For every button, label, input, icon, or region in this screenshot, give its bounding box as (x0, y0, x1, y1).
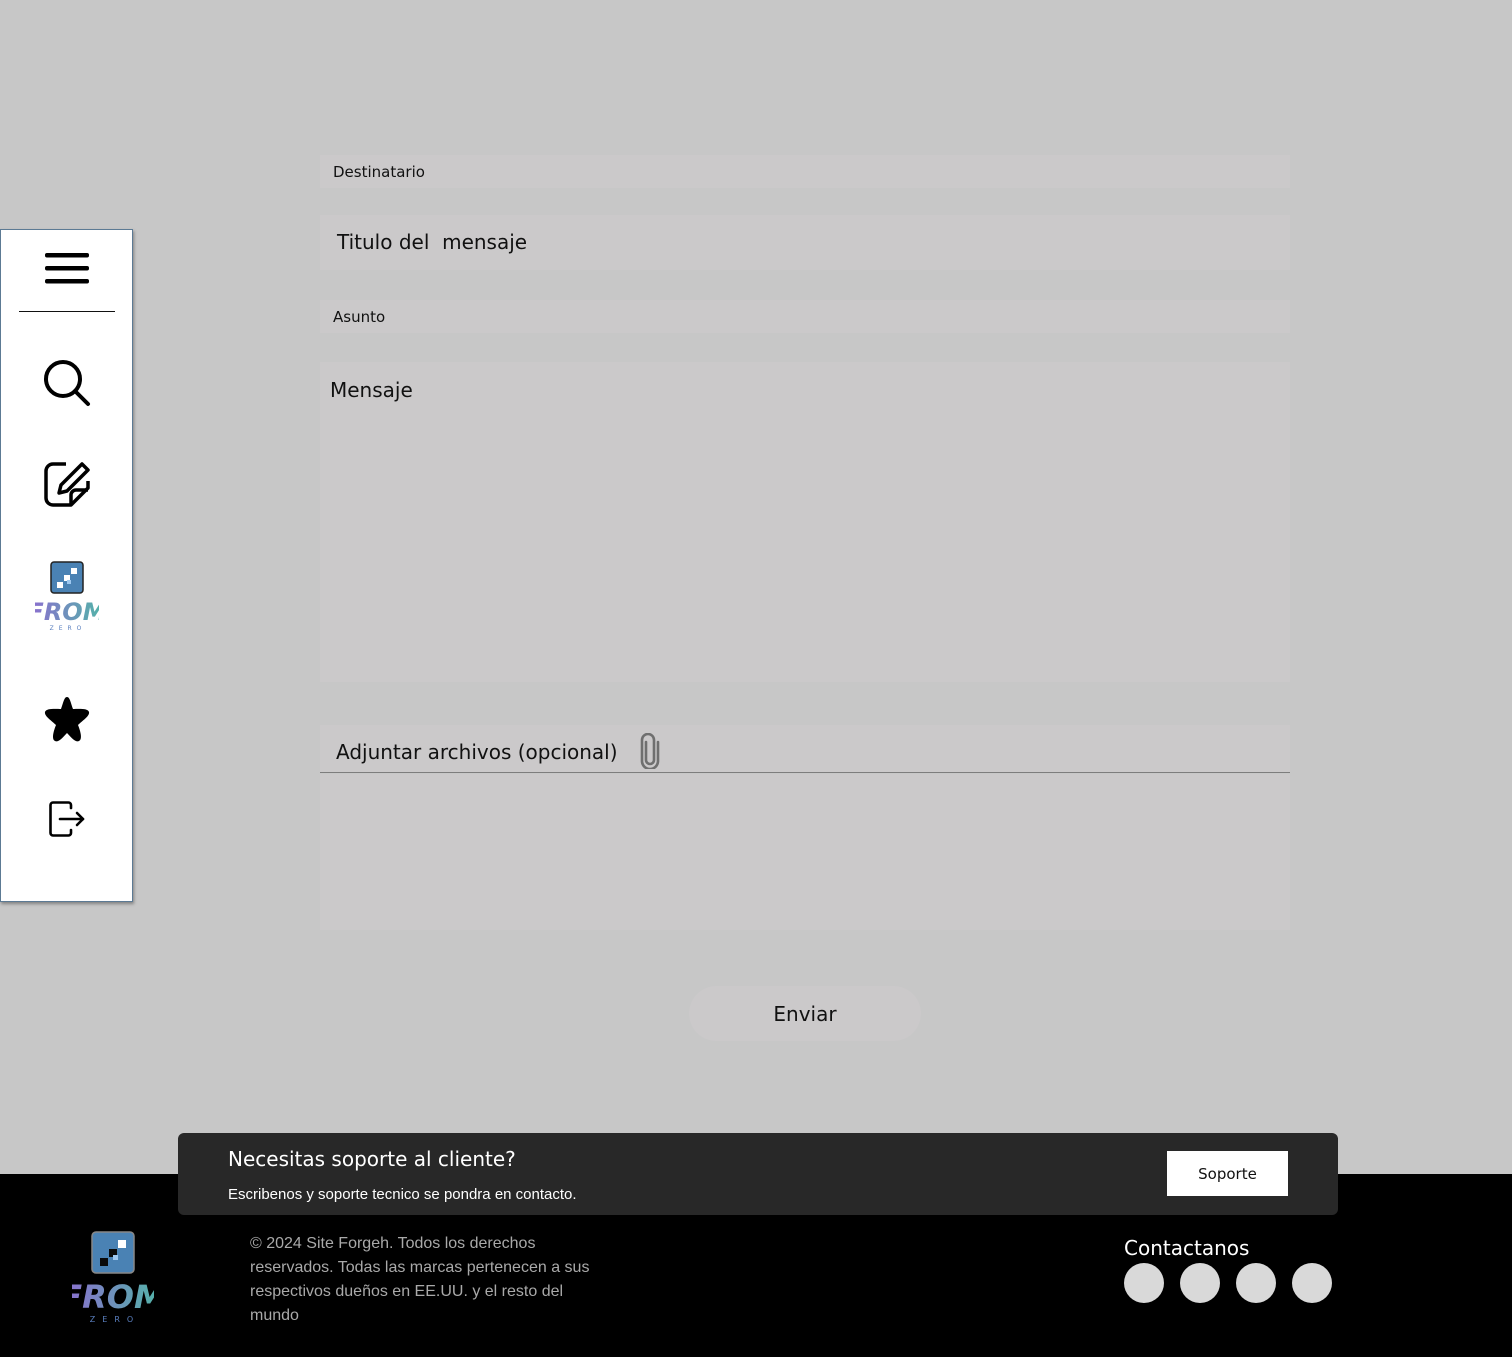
attach-files-header[interactable]: Adjuntar archivos (opcional) (320, 725, 1290, 773)
social-link-1[interactable] (1124, 1263, 1164, 1303)
support-subtitle: Escribenos y soporte tecnico se pondra e… (228, 1186, 577, 1203)
message-textarea[interactable]: Mensaje (320, 362, 1290, 682)
send-button[interactable]: Enviar (689, 986, 921, 1041)
subject-label: Asunto (333, 308, 386, 326)
paperclip-icon[interactable] (640, 733, 660, 769)
recipient-field[interactable]: Destinatario (320, 155, 1290, 188)
star-icon (44, 697, 89, 742)
attach-files-label: Adjuntar archivos (opcional) (336, 740, 618, 764)
subject-field[interactable]: Asunto (320, 300, 1290, 333)
sidebar-search-button[interactable] (1, 358, 132, 408)
social-link-2[interactable] (1180, 1263, 1220, 1303)
social-link-3[interactable] (1236, 1263, 1276, 1303)
sidebar-menu-button[interactable] (1, 250, 132, 288)
svg-text:FROM: FROM (35, 598, 99, 626)
from-zero-logo: FROM ZERO (35, 561, 99, 632)
sidebar: FROM ZERO (0, 229, 133, 902)
message-label: Mensaje (330, 378, 413, 402)
logout-icon (48, 801, 84, 837)
support-title: Necesitas soporte al cliente? (228, 1147, 516, 1171)
search-icon (43, 360, 90, 406)
sidebar-favorites-button[interactable] (1, 694, 132, 744)
attach-files-dropzone[interactable] (320, 774, 1290, 930)
svg-text:FROM: FROM (72, 1278, 154, 1316)
support-button[interactable]: Soporte (1167, 1151, 1288, 1196)
sidebar-logo[interactable]: FROM ZERO (1, 560, 132, 632)
recipient-label: Destinatario (333, 163, 425, 181)
sidebar-logout-button[interactable] (1, 799, 132, 839)
message-title-label: Titulo del mensaje (337, 230, 528, 254)
svg-text:ZERO: ZERO (49, 625, 86, 632)
message-title-field[interactable]: Titulo del mensaje (320, 215, 1290, 270)
support-banner: Necesitas soporte al cliente? Escribenos… (178, 1133, 1338, 1215)
contact-title: Contactanos (1124, 1236, 1250, 1260)
svg-text:ZERO: ZERO (90, 1315, 140, 1324)
edit-icon (43, 462, 90, 507)
sidebar-compose-button[interactable] (1, 459, 132, 509)
footer-logo: FROM ZERO (72, 1231, 154, 1324)
copyright-text: © 2024 Site Forgeh. Todos los derechos r… (250, 1235, 590, 1324)
social-link-4[interactable] (1292, 1263, 1332, 1303)
menu-icon (44, 253, 89, 284)
sidebar-divider (19, 311, 115, 312)
